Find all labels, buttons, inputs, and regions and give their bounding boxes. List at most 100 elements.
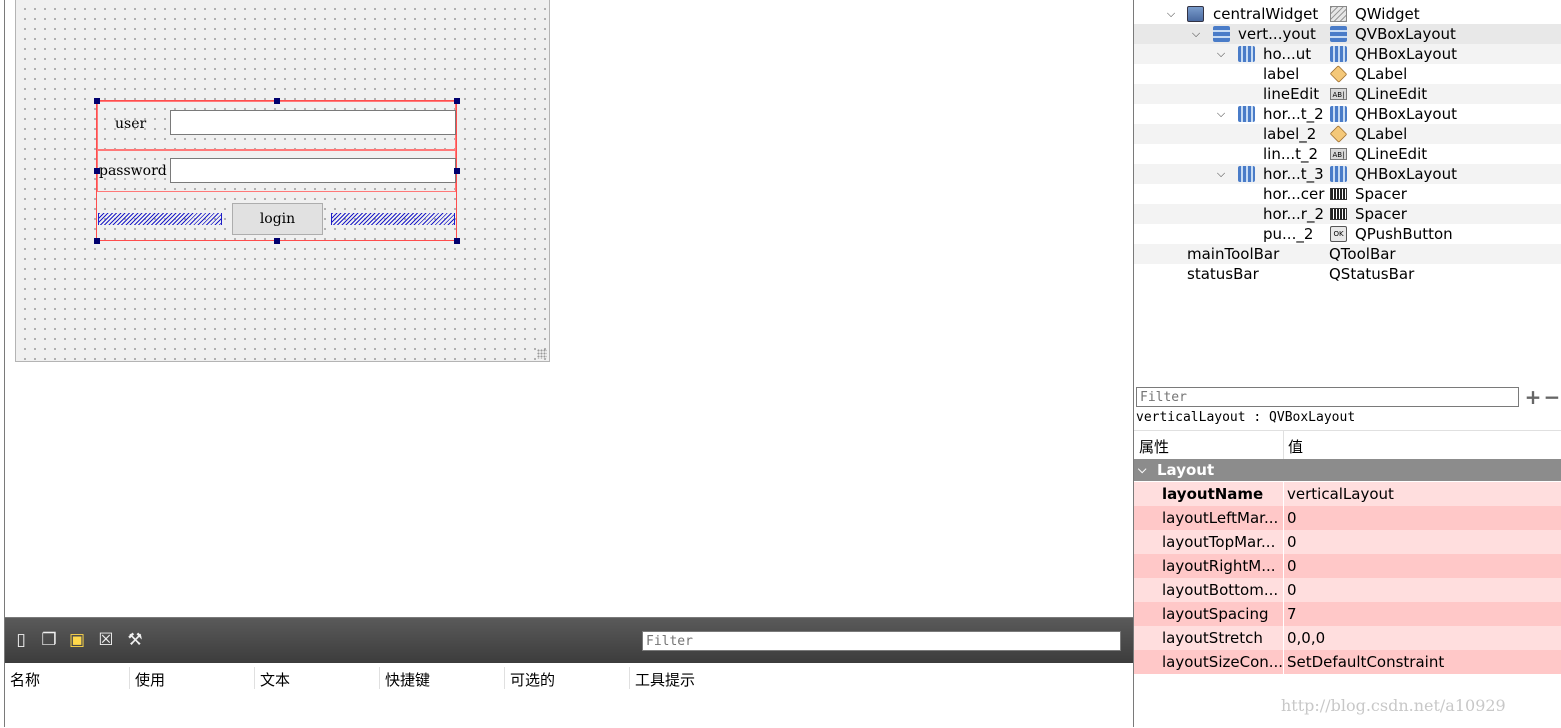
- object-class: QLineEdit: [1355, 85, 1428, 103]
- action-toolbar: ▯ ❐ ▣ ☒ ⚒: [5, 618, 1133, 663]
- spacer-icon: [1330, 188, 1347, 200]
- column-divider[interactable]: [1283, 431, 1284, 459]
- spacer-icon: [1330, 208, 1347, 220]
- object-class: QPushButton: [1355, 225, 1453, 243]
- column-text[interactable]: 文本: [260, 669, 290, 690]
- property-group-layout[interactable]: ⌵ Layout: [1134, 459, 1561, 481]
- header-property[interactable]: 属性: [1139, 436, 1169, 457]
- property-row[interactable]: layoutRightM... 0: [1134, 554, 1561, 578]
- column-name[interactable]: 名称: [10, 669, 40, 690]
- copy-action-icon[interactable]: ❐: [39, 630, 59, 650]
- hbox-layout-icon: [1330, 46, 1347, 62]
- cell-divider: [1283, 554, 1284, 578]
- tree-row-maintoolbar[interactable]: mainToolBar QToolBar: [1134, 244, 1561, 264]
- property-name: layoutLeftMar...: [1162, 509, 1279, 527]
- tree-row-lineedit2[interactable]: lin...t_2 AB| QLineEdit: [1134, 144, 1561, 164]
- object-class: Spacer: [1355, 185, 1407, 203]
- tree-row-horizontallayout[interactable]: ⌵ ho...ut QHBoxLayout: [1134, 44, 1561, 64]
- expand-arrow-icon[interactable]: ⌵: [1189, 24, 1203, 44]
- horizontal-layout-password[interactable]: password: [97, 150, 456, 192]
- property-row[interactable]: layoutSizeCon... SetDefaultConstraint: [1134, 650, 1561, 674]
- property-row[interactable]: layoutTopMar... 0: [1134, 530, 1561, 554]
- tree-row-horizontallayout2[interactable]: ⌵ hor...t_2 QHBoxLayout: [1134, 104, 1561, 124]
- tree-row-spacer[interactable]: hor...cer Spacer: [1134, 184, 1561, 204]
- right-spacer[interactable]: [331, 213, 455, 225]
- object-name: vert...yout: [1238, 25, 1316, 43]
- expand-arrow-icon[interactable]: ⌵: [1214, 104, 1228, 124]
- property-value[interactable]: 7: [1287, 602, 1297, 626]
- property-value[interactable]: SetDefaultConstraint: [1287, 650, 1444, 674]
- selection-handle[interactable]: [274, 238, 280, 244]
- selection-handle[interactable]: [94, 238, 100, 244]
- column-divider[interactable]: [504, 667, 505, 689]
- object-name: pu..._2: [1263, 225, 1314, 243]
- tree-row-statusbar[interactable]: statusBar QStatusBar: [1134, 264, 1561, 284]
- remove-property-icon[interactable]: −: [1543, 387, 1561, 407]
- left-spacer[interactable]: [98, 213, 222, 225]
- tree-row-label2[interactable]: label_2 QLabel: [1134, 124, 1561, 144]
- label-icon: [1329, 125, 1348, 143]
- selection-handle[interactable]: [454, 168, 460, 174]
- horizontal-layout-user[interactable]: user: [97, 101, 456, 150]
- hbox-layout-icon: [1238, 166, 1255, 182]
- property-row[interactable]: layoutLeftMar... 0: [1134, 506, 1561, 530]
- tree-row-lineedit[interactable]: lineEdit AB| QLineEdit: [1134, 84, 1561, 104]
- selection-handle[interactable]: [94, 168, 100, 174]
- column-divider[interactable]: [129, 667, 130, 689]
- tree-row-spacer2[interactable]: hor...r_2 Spacer: [1134, 204, 1561, 224]
- property-table-header: 属性 值: [1134, 430, 1561, 459]
- object-class: Spacer: [1355, 205, 1407, 223]
- object-name: label_2: [1263, 125, 1317, 143]
- property-value[interactable]: 0: [1287, 530, 1297, 554]
- property-filter-input[interactable]: [1136, 387, 1519, 407]
- user-input[interactable]: [170, 110, 456, 135]
- tree-row-horizontallayout3[interactable]: ⌵ hor...t_3 QHBoxLayout: [1134, 164, 1561, 184]
- tree-row-centralwidget[interactable]: ⌵ centralWidget QWidget: [1134, 4, 1561, 24]
- configure-icon[interactable]: ⚒: [125, 630, 145, 650]
- property-value[interactable]: verticalLayout: [1287, 482, 1394, 506]
- add-property-icon[interactable]: +: [1524, 387, 1542, 407]
- action-filter-input[interactable]: [642, 631, 1121, 651]
- expand-arrow-icon[interactable]: ⌵: [1214, 44, 1228, 64]
- hbox-layout-icon: [1330, 166, 1347, 182]
- hbox-layout-icon: [1238, 46, 1255, 62]
- delete-action-icon[interactable]: ☒: [96, 630, 116, 650]
- column-tooltip[interactable]: 工具提示: [635, 669, 695, 690]
- property-row[interactable]: layoutSpacing 7: [1134, 602, 1561, 626]
- object-class: QHBoxLayout: [1355, 105, 1457, 123]
- selection-handle[interactable]: [454, 238, 460, 244]
- column-used[interactable]: 使用: [135, 669, 165, 690]
- new-action-icon[interactable]: ▯: [11, 630, 31, 650]
- resize-grip-icon[interactable]: [537, 349, 547, 359]
- property-value[interactable]: 0: [1287, 506, 1297, 530]
- property-name: layoutSpacing: [1162, 605, 1269, 623]
- selection-handle[interactable]: [454, 98, 460, 104]
- collapse-arrow-icon[interactable]: ⌵: [1138, 459, 1146, 481]
- object-class: QHBoxLayout: [1355, 45, 1457, 63]
- login-button[interactable]: login: [232, 203, 323, 235]
- property-row[interactable]: layoutBottom... 0: [1134, 578, 1561, 602]
- action-table-header: 名称 使用 文本 快捷键 可选的 工具提示: [5, 663, 1133, 689]
- property-row[interactable]: layoutStretch 0,0,0: [1134, 626, 1561, 650]
- column-shortcut[interactable]: 快捷键: [385, 669, 430, 690]
- selection-handle[interactable]: [94, 98, 100, 104]
- password-input[interactable]: [170, 158, 456, 183]
- tree-row-pushbutton[interactable]: pu..._2 OK QPushButton: [1134, 224, 1561, 244]
- vbox-layout-icon: [1213, 26, 1230, 42]
- column-divider[interactable]: [379, 667, 380, 689]
- header-value[interactable]: 值: [1288, 436, 1303, 457]
- column-divider[interactable]: [254, 667, 255, 689]
- expand-arrow-icon[interactable]: ⌵: [1214, 164, 1228, 184]
- property-value[interactable]: 0: [1287, 554, 1297, 578]
- column-divider[interactable]: [629, 667, 630, 689]
- tree-row-verticallayout[interactable]: ⌵ vert...yout QVBoxLayout: [1134, 24, 1561, 44]
- property-value[interactable]: 0: [1287, 578, 1297, 602]
- column-checkable[interactable]: 可选的: [510, 669, 555, 690]
- vertical-layout[interactable]: user password login: [94, 98, 460, 244]
- property-row[interactable]: layoutName verticalLayout: [1134, 482, 1561, 506]
- property-value[interactable]: 0,0,0: [1287, 626, 1325, 650]
- selection-handle[interactable]: [274, 98, 280, 104]
- expand-arrow-icon[interactable]: ⌵: [1164, 4, 1178, 24]
- paste-action-icon[interactable]: ▣: [67, 630, 87, 650]
- tree-row-label[interactable]: label QLabel: [1134, 64, 1561, 84]
